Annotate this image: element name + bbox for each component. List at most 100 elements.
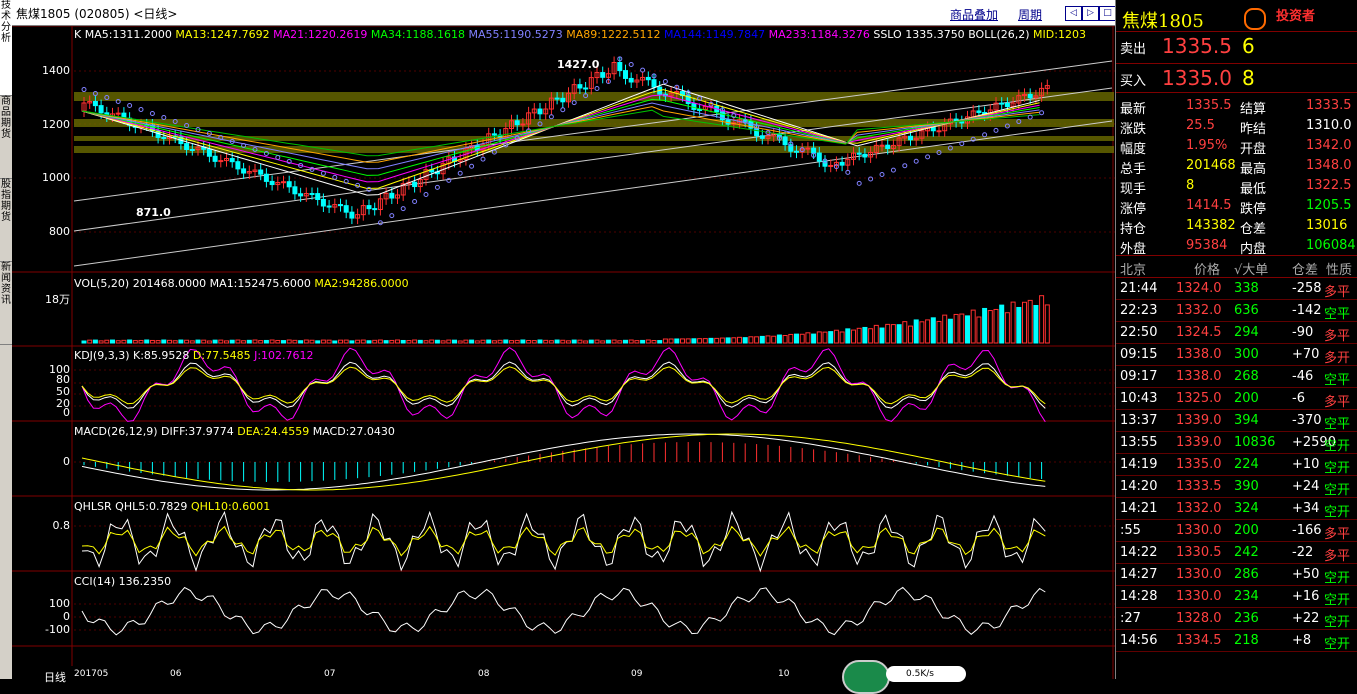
stats-row: 涨跌 25.5 昨结 1310.0 — [1116, 115, 1357, 137]
overlay-link[interactable]: 商品叠加 — [950, 6, 998, 23]
tick-time: 14:21 — [1120, 501, 1158, 516]
kdj-y-0: 0 — [63, 406, 70, 419]
chart-area[interactable]: K MA5:1311.2000 MA13:1247.7692 MA21:1220… — [12, 26, 1115, 694]
volume-bar — [925, 319, 931, 344]
sar-dot — [434, 184, 440, 190]
sar-dot — [480, 156, 486, 162]
volume-bar — [372, 339, 378, 344]
candle — [936, 130, 942, 133]
tick-volume: 636 — [1234, 303, 1259, 318]
cci-y-100: 100 — [49, 597, 70, 610]
tab-index-futures[interactable]: 股指期货 — [0, 179, 12, 262]
volume-bar — [691, 338, 697, 344]
tick-oi-change: +16 — [1292, 589, 1320, 604]
macd-item: DEA:24.4559 — [237, 425, 313, 438]
tick-price: 1338.0 — [1176, 347, 1222, 362]
tick-row[interactable]: 22:23 1332.0 636 -142 空平 — [1116, 300, 1357, 322]
tick-row[interactable]: 21:44 1324.0 338 -258 多平 — [1116, 278, 1357, 300]
tick-time: 10:43 — [1120, 391, 1158, 406]
tick-price: 1324.0 — [1176, 281, 1222, 296]
volume-bar — [474, 340, 480, 344]
sar-dot — [81, 87, 87, 93]
tick-volume: 294 — [1234, 325, 1259, 340]
candle — [645, 76, 651, 81]
stat-value: 1.95% — [1186, 138, 1228, 153]
tick-row[interactable]: :55 1330.0 200 -166 多平 — [1116, 520, 1357, 542]
volume-bar — [634, 340, 640, 344]
chart-title: 焦煤1805 (020805) <日线> — [16, 7, 178, 21]
stat-value: 1322.5 — [1306, 178, 1352, 193]
tick-row[interactable]: 14:19 1335.0 224 +10 空开 — [1116, 454, 1357, 476]
volume-bar — [759, 335, 765, 344]
tab-news[interactable]: 新闻资讯 — [0, 262, 12, 345]
volume-bar — [822, 331, 828, 344]
tick-nature: 多平 — [1324, 527, 1351, 542]
volume-bar — [668, 338, 674, 344]
speed-indicator-icon[interactable] — [842, 660, 890, 694]
stat-value: 1335.5 — [1186, 98, 1232, 113]
candle — [828, 164, 834, 167]
sar-dot — [879, 172, 885, 178]
candle — [229, 158, 235, 163]
volume-bar — [343, 339, 349, 344]
tick-row[interactable]: 09:17 1338.0 268 -46 空平 — [1116, 366, 1357, 388]
buy-label: 买入 — [1120, 74, 1147, 89]
sar-dot — [389, 213, 395, 219]
qhlsr-legend: QHLSR QHL5:0.7829 QHL10:0.6001 — [74, 500, 270, 513]
volume-bar — [429, 339, 435, 344]
tick-nature: 空开 — [1324, 571, 1351, 586]
candle — [976, 110, 982, 113]
candle — [258, 169, 264, 175]
tab-commodity-futures[interactable]: 商品期货 — [0, 96, 12, 179]
tick-row[interactable]: 13:55 1339.0 10836 +2590 空开 — [1116, 432, 1357, 454]
volume-bar — [383, 340, 389, 344]
tick-row[interactable]: 14:28 1330.0 234 +16 空开 — [1116, 586, 1357, 608]
volume-bar — [708, 337, 714, 344]
candle — [617, 62, 623, 72]
candle — [862, 153, 868, 158]
tick-oi-change: +22 — [1292, 611, 1320, 626]
volume-bar — [947, 318, 953, 344]
tick-row[interactable]: 14:21 1332.0 324 +34 空开 — [1116, 498, 1357, 520]
volume-bar — [1004, 312, 1010, 344]
x-label-10: 10 — [778, 669, 790, 679]
x-label-09: 09 — [631, 669, 643, 679]
tick-row[interactable]: 14:56 1334.5 218 +8 空开 — [1116, 630, 1357, 652]
period-link[interactable]: 周期 — [1018, 6, 1042, 23]
volume-bar — [942, 314, 948, 344]
volume-bar — [366, 340, 372, 344]
volume-bar — [999, 304, 1005, 344]
kdj-line — [81, 361, 1046, 409]
nav-right-button[interactable]: ▷ — [1082, 6, 1099, 21]
tick-row[interactable]: 14:27 1330.0 286 +50 空开 — [1116, 564, 1357, 586]
volume-bar — [930, 317, 936, 344]
volume-bar — [1044, 304, 1050, 344]
tick-row[interactable]: 22:50 1324.5 294 -90 多平 — [1116, 322, 1357, 344]
tick-row[interactable]: 09:15 1338.0 300 +70 多开 — [1116, 344, 1357, 366]
tick-row[interactable]: 13:37 1339.0 394 -370 空平 — [1116, 410, 1357, 432]
volume-bar — [976, 316, 982, 344]
tick-volume: 324 — [1234, 501, 1259, 516]
candle — [794, 150, 799, 153]
tick-oi-change: -166 — [1292, 523, 1322, 538]
volume-bar — [600, 340, 606, 344]
tick-price: 1334.5 — [1176, 633, 1222, 648]
tick-row[interactable]: 14:20 1333.5 390 +24 空开 — [1116, 476, 1357, 498]
volume-bar — [320, 339, 326, 344]
tick-row[interactable]: :27 1328.0 236 +22 空开 — [1116, 608, 1357, 630]
volume-bar — [87, 339, 93, 344]
nav-window-button[interactable]: □ — [1099, 6, 1116, 21]
volume-bar — [651, 339, 657, 344]
tick-nature: 多平 — [1324, 395, 1351, 410]
candle — [623, 70, 628, 79]
tick-price: 1330.0 — [1176, 523, 1222, 538]
tick-row[interactable]: 14:22 1330.5 242 -22 多平 — [1116, 542, 1357, 564]
nav-left-button[interactable]: ◁ — [1065, 6, 1082, 21]
volume-bar — [885, 323, 891, 344]
y-tick-800: 800 — [49, 225, 70, 238]
volume-bar — [605, 339, 611, 344]
tick-row[interactable]: 10:43 1325.0 200 -6 多平 — [1116, 388, 1357, 410]
volume-bar — [583, 340, 589, 344]
tick-volume: 268 — [1234, 369, 1259, 384]
tab-technical-analysis[interactable]: 技术分析 — [0, 0, 12, 96]
